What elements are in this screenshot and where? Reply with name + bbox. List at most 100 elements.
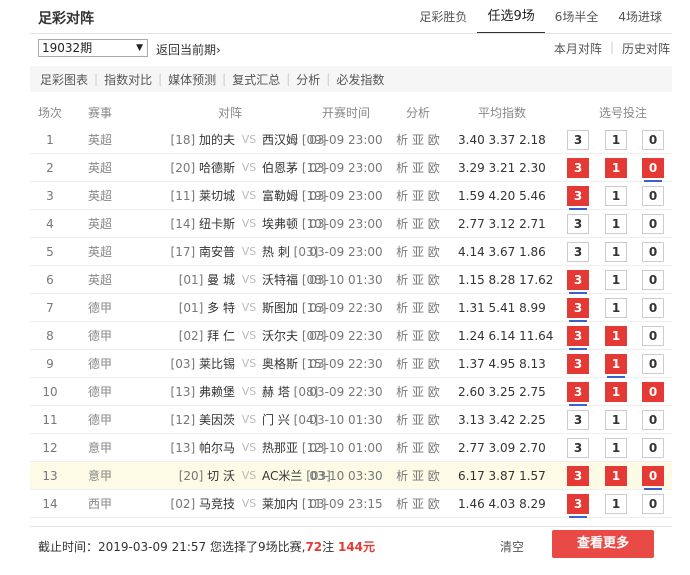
analysis-links[interactable]: 析 亚 欧 (388, 378, 448, 406)
bet-option-1[interactable]: 1 (605, 382, 627, 402)
toolbar-item-5[interactable]: 必发指数 (336, 71, 384, 88)
bet-option-3[interactable]: 3 (567, 354, 589, 374)
bet-option-1[interactable]: 1 (605, 326, 627, 346)
bet-option-3[interactable]: 3 (567, 242, 589, 262)
league-name[interactable]: 意甲 (75, 434, 125, 462)
bet-option-1[interactable]: 1 (605, 130, 627, 150)
back-to-current-link[interactable]: 返回当前期› (156, 41, 221, 58)
home-team[interactable]: [02] 马竞技 (130, 490, 235, 518)
analysis-links[interactable]: 析 亚 欧 (388, 238, 448, 266)
home-team[interactable]: [02] 拜 仁 (130, 322, 235, 350)
bet-option-0[interactable]: 0 (642, 466, 664, 490)
league-name[interactable]: 英超 (75, 126, 125, 154)
bet-option-0[interactable]: 0 (642, 354, 664, 374)
analysis-links[interactable]: 析 亚 欧 (388, 182, 448, 210)
home-team[interactable]: [01] 多 特 (130, 294, 235, 322)
bet-option-1[interactable]: 1 (605, 410, 627, 430)
analysis-links[interactable]: 析 亚 欧 (388, 126, 448, 154)
view-more-button[interactable]: 查看更多 (552, 530, 654, 558)
bet-option-3[interactable]: 3 (567, 270, 589, 294)
league-name[interactable]: 英超 (75, 266, 125, 294)
bet-option-1[interactable]: 1 (605, 438, 627, 458)
league-name[interactable]: 德甲 (75, 378, 125, 406)
league-name[interactable]: 意甲 (75, 462, 125, 490)
home-team[interactable]: [20] 切 沃 (130, 462, 235, 490)
home-team[interactable]: [13] 弗赖堡 (130, 378, 235, 406)
home-team[interactable]: [13] 帕尔马 (130, 434, 235, 462)
home-team[interactable]: [20] 哈德斯 (130, 154, 235, 182)
home-team[interactable]: [11] 莱切城 (130, 182, 235, 210)
play-tab-1[interactable]: 任选9场 (477, 0, 545, 34)
bet-option-1[interactable]: 1 (605, 242, 627, 262)
home-team[interactable]: [01] 曼 城 (130, 266, 235, 294)
period-select[interactable]: 19032期 ▼ (38, 39, 148, 57)
analysis-links[interactable]: 析 亚 欧 (388, 490, 448, 518)
league-name[interactable]: 英超 (75, 182, 125, 210)
bet-option-0[interactable]: 0 (642, 326, 664, 346)
bet-option-3[interactable]: 3 (567, 438, 589, 458)
toolbar-item-2[interactable]: 媒体预测 (168, 71, 216, 88)
toolbar-item-0[interactable]: 足彩图表 (40, 71, 88, 88)
history-against-link[interactable]: 历史对阵 (622, 40, 670, 57)
bet-option-3[interactable]: 3 (567, 382, 589, 406)
bet-option-3[interactable]: 3 (567, 410, 589, 430)
analysis-links[interactable]: 析 亚 欧 (388, 406, 448, 434)
bet-option-0[interactable]: 0 (642, 270, 664, 290)
analysis-links[interactable]: 析 亚 欧 (388, 350, 448, 378)
bet-option-1[interactable]: 1 (605, 298, 627, 318)
home-team[interactable]: [17] 南安普 (130, 238, 235, 266)
bet-option-0[interactable]: 0 (642, 410, 664, 430)
bet-option-1[interactable]: 1 (605, 494, 627, 514)
league-name[interactable]: 德甲 (75, 350, 125, 378)
bet-option-3[interactable]: 3 (567, 466, 589, 486)
bet-option-0[interactable]: 0 (642, 158, 664, 182)
bet-option-3[interactable]: 3 (567, 158, 589, 178)
play-tab-0[interactable]: 足彩胜负 (409, 0, 477, 34)
bet-option-3[interactable]: 3 (567, 298, 589, 322)
bet-option-1[interactable]: 1 (605, 270, 627, 290)
toolbar-item-3[interactable]: 复式汇总 (232, 71, 280, 88)
play-tab-2[interactable]: 6场半全 (545, 0, 609, 34)
bet-option-1[interactable]: 1 (605, 466, 627, 486)
bet-option-3[interactable]: 3 (567, 326, 589, 350)
bet-option-0[interactable]: 0 (642, 186, 664, 206)
home-team[interactable]: [14] 纽卡斯 (130, 210, 235, 238)
play-tab-3[interactable]: 4场进球 (608, 0, 672, 34)
clear-button[interactable]: 清空 (500, 538, 524, 555)
league-name[interactable]: 西甲 (75, 490, 125, 518)
bet-option-1[interactable]: 1 (605, 158, 627, 178)
home-team[interactable]: [18] 加的夫 (130, 126, 235, 154)
league-name[interactable]: 德甲 (75, 406, 125, 434)
bet-option-0[interactable]: 0 (642, 298, 664, 318)
bet-option-1[interactable]: 1 (605, 214, 627, 234)
analysis-links[interactable]: 析 亚 欧 (388, 210, 448, 238)
analysis-links[interactable]: 析 亚 欧 (388, 266, 448, 294)
bet-option-3[interactable]: 3 (567, 214, 589, 234)
league-name[interactable]: 德甲 (75, 294, 125, 322)
home-team[interactable]: [03] 莱比锡 (130, 350, 235, 378)
toolbar-item-4[interactable]: 分析 (296, 71, 320, 88)
analysis-links[interactable]: 析 亚 欧 (388, 294, 448, 322)
bet-option-3[interactable]: 3 (567, 494, 589, 518)
league-name[interactable]: 德甲 (75, 322, 125, 350)
bet-option-3[interactable]: 3 (567, 130, 589, 150)
bet-option-3[interactable]: 3 (567, 186, 589, 210)
home-team[interactable]: [12] 美因茨 (130, 406, 235, 434)
league-name[interactable]: 英超 (75, 238, 125, 266)
bet-option-1[interactable]: 1 (605, 354, 627, 378)
bet-option-0[interactable]: 0 (642, 214, 664, 234)
monthly-against-link[interactable]: 本月对阵 (554, 40, 602, 57)
bet-option-0[interactable]: 0 (642, 438, 664, 458)
toolbar-item-1[interactable]: 指数对比 (104, 71, 152, 88)
bet-option-0[interactable]: 0 (642, 242, 664, 262)
analysis-links[interactable]: 析 亚 欧 (388, 154, 448, 182)
analysis-links[interactable]: 析 亚 欧 (388, 322, 448, 350)
bet-option-0[interactable]: 0 (642, 494, 664, 514)
analysis-links[interactable]: 析 亚 欧 (388, 462, 448, 490)
league-name[interactable]: 英超 (75, 210, 125, 238)
bet-option-0[interactable]: 0 (642, 130, 664, 150)
bet-option-0[interactable]: 0 (642, 382, 664, 402)
analysis-links[interactable]: 析 亚 欧 (388, 434, 448, 462)
league-name[interactable]: 英超 (75, 154, 125, 182)
bet-option-1[interactable]: 1 (605, 186, 627, 206)
